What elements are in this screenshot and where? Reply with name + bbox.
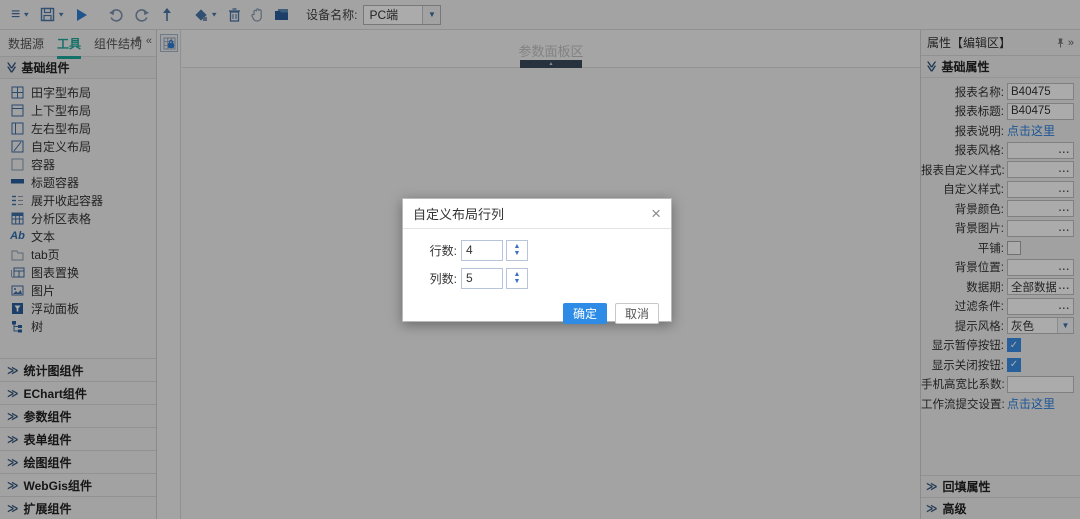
spinner-down-icon[interactable]: ▼ xyxy=(514,278,521,285)
spinner-up-icon[interactable]: ▲ xyxy=(514,243,521,250)
cols-field: 列数: ▲ ▼ xyxy=(403,267,671,289)
dialog-title: 自定义布局行列 xyxy=(413,204,651,223)
ok-button[interactable]: 确定 xyxy=(563,303,607,324)
dialog-body: 行数: ▲ ▼ 列数: ▲ ▼ xyxy=(403,229,671,299)
rows-field: 行数: ▲ ▼ xyxy=(403,239,671,261)
rows-input[interactable] xyxy=(461,240,503,261)
cols-input[interactable] xyxy=(461,268,503,289)
dialog-footer: 确定 取消 xyxy=(403,299,671,324)
cancel-button[interactable]: 取消 xyxy=(615,303,659,324)
dialog-header: 自定义布局行列 × xyxy=(403,199,671,229)
rows-stepper[interactable]: ▲ ▼ xyxy=(506,240,528,261)
rows-label: 行数: xyxy=(403,242,461,259)
app-window: ≡ ▼ ▼ xyxy=(0,0,1080,519)
custom-layout-dialog: 自定义布局行列 × 行数: ▲ ▼ 列数: ▲ ▼ 确定 xyxy=(402,198,672,322)
close-icon[interactable]: × xyxy=(651,205,661,222)
cols-stepper[interactable]: ▲ ▼ xyxy=(506,268,528,289)
spinner-down-icon[interactable]: ▼ xyxy=(514,250,521,257)
spinner-up-icon[interactable]: ▲ xyxy=(514,271,521,278)
cols-label: 列数: xyxy=(403,270,461,287)
